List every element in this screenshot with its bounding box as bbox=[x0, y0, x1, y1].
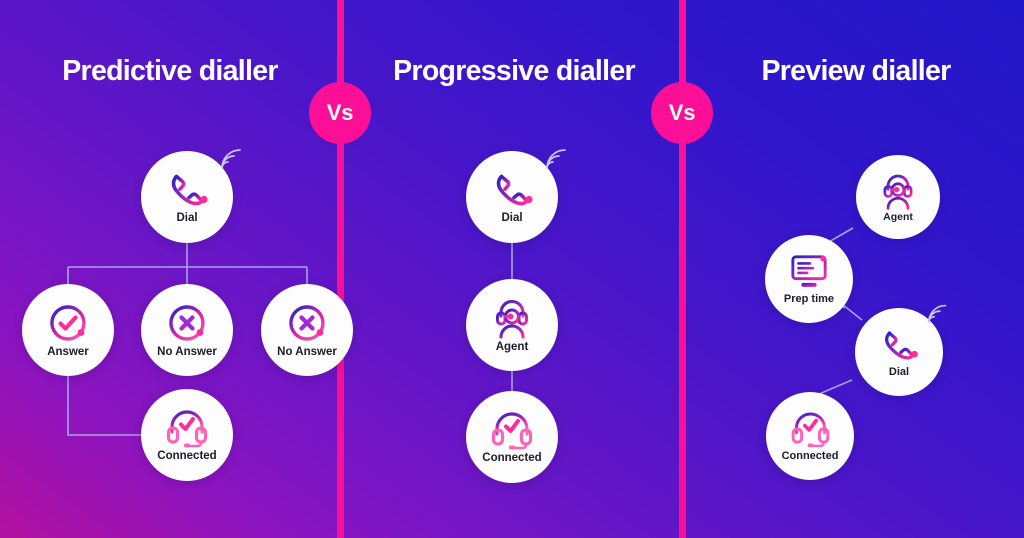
vs-badge-1: Vs bbox=[309, 82, 371, 144]
node-label: Answer bbox=[47, 345, 89, 358]
divider-1 bbox=[337, 0, 344, 538]
phone-handset-icon bbox=[489, 170, 535, 210]
node-label: No Answer bbox=[157, 345, 217, 358]
headset-check-icon bbox=[488, 410, 536, 450]
node-preview-agent[interactable]: Agent bbox=[856, 155, 940, 239]
infographic-canvas: Vs Vs Predictive dialler Progressive dia… bbox=[0, 0, 1024, 538]
vs-badge-2-label: Vs bbox=[668, 100, 696, 125]
phone-handset-icon bbox=[164, 170, 210, 210]
monitor-screen-icon bbox=[787, 253, 831, 291]
node-label: Connected bbox=[157, 449, 217, 462]
node-label: No Answer bbox=[277, 345, 337, 358]
headset-check-icon bbox=[788, 410, 833, 448]
node-predictive-answer[interactable]: Answer bbox=[22, 284, 114, 376]
node-label: Dial bbox=[501, 211, 523, 224]
node-preview-prep-time[interactable]: Prep time bbox=[765, 235, 853, 323]
column-title-progressive: Progressive dialler bbox=[393, 55, 635, 87]
node-label: Agent bbox=[495, 340, 529, 353]
node-predictive-dial[interactable]: Dial bbox=[141, 151, 233, 243]
node-label: Connected bbox=[781, 450, 839, 462]
node-label: Dial bbox=[176, 211, 198, 224]
node-predictive-no-answer-1[interactable]: No Answer bbox=[141, 284, 233, 376]
node-preview-dial[interactable]: Dial bbox=[855, 308, 943, 396]
node-preview-connected[interactable]: Connected bbox=[766, 392, 854, 480]
divider-2 bbox=[679, 0, 686, 538]
node-label: Agent bbox=[883, 210, 913, 223]
node-progressive-agent[interactable]: Agent bbox=[466, 279, 558, 371]
cross-circle-icon bbox=[165, 302, 209, 344]
node-label: Dial bbox=[888, 365, 910, 378]
agent-headset-icon bbox=[490, 297, 534, 339]
agent-headset-icon bbox=[878, 172, 918, 210]
node-label: Prep time bbox=[783, 293, 835, 305]
node-predictive-no-answer-2[interactable]: No Answer bbox=[261, 284, 353, 376]
phone-handset-icon bbox=[878, 327, 920, 364]
node-predictive-connected[interactable]: Connected bbox=[141, 389, 233, 481]
headset-check-icon bbox=[163, 408, 211, 448]
check-circle-icon bbox=[46, 302, 90, 344]
column-title-predictive: Predictive dialler bbox=[62, 55, 278, 87]
column-title-preview: Preview dialler bbox=[761, 55, 951, 87]
node-progressive-connected[interactable]: Connected bbox=[466, 391, 558, 483]
vs-badge-1-label: Vs bbox=[326, 100, 354, 125]
vs-badge-2: Vs bbox=[651, 82, 713, 144]
node-progressive-dial[interactable]: Dial bbox=[466, 151, 558, 243]
node-label: Connected bbox=[482, 451, 542, 464]
cross-circle-icon bbox=[285, 302, 329, 344]
